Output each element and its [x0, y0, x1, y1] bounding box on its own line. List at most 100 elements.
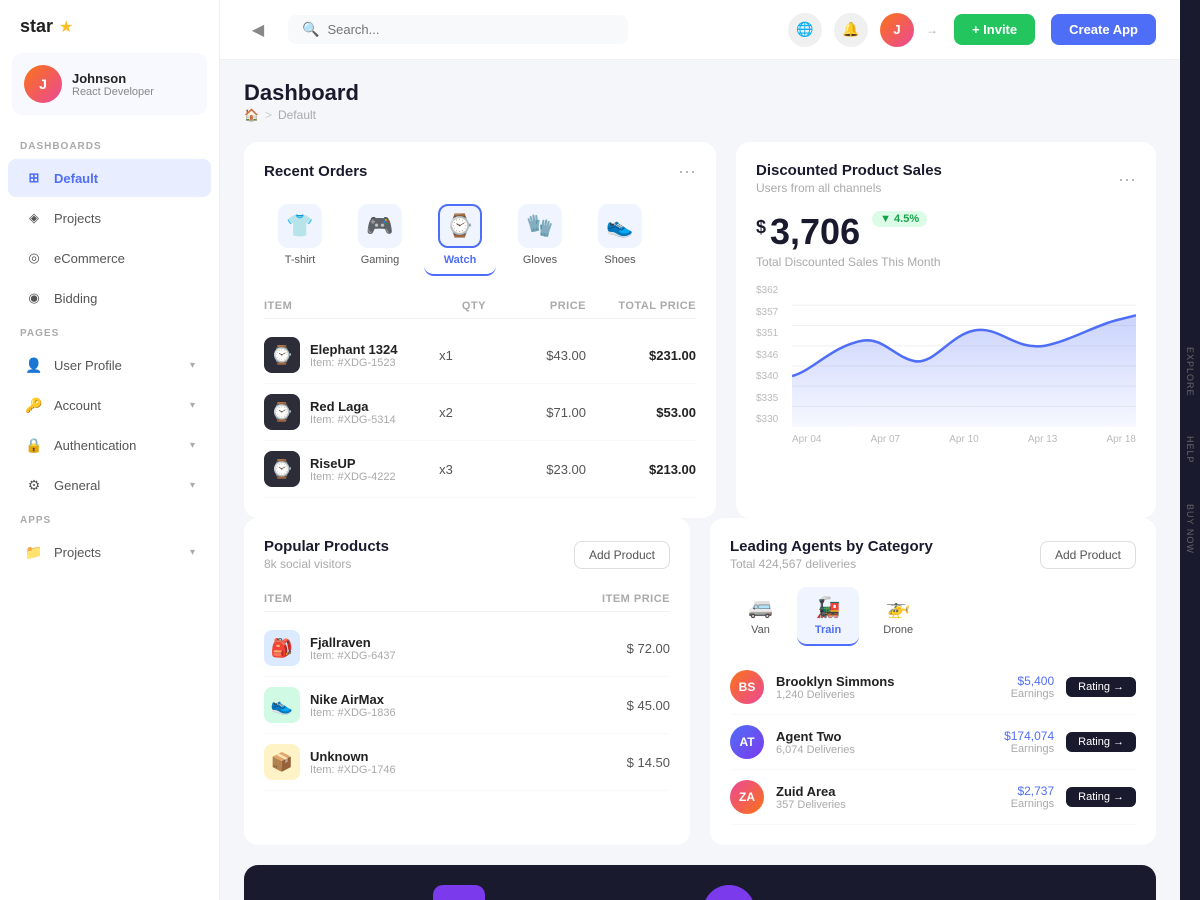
chevron-down-icon: ▾: [190, 480, 195, 491]
sidebar-item-ecommerce-label: eCommerce: [54, 251, 195, 266]
agent-deliveries: 6,074 Deliveries: [776, 744, 855, 756]
item-image: ⌚: [264, 337, 300, 373]
sidebar-item-apps-projects-label: Projects: [54, 545, 180, 560]
product-row: 📦 Unknown Item: #XDG-1746 $ 14.50: [264, 734, 670, 791]
grid-icon: ⊞: [24, 168, 44, 188]
topbar-avatar[interactable]: J: [880, 13, 914, 47]
category-tab-gloves[interactable]: 🧤 Gloves: [504, 196, 576, 276]
add-product-button[interactable]: Add Product: [574, 541, 670, 569]
explore-label[interactable]: Explore: [1185, 347, 1195, 397]
category-tab-shoes[interactable]: 👟 Shoes: [584, 196, 656, 276]
sales-amount: $ 3,706 ▼ 4.5%: [756, 211, 1136, 253]
topbar-globe-button[interactable]: 🌐: [788, 13, 822, 47]
sales-card-menu-icon[interactable]: ···: [1118, 170, 1136, 188]
transport-tab-van[interactable]: 🚐 Van: [730, 587, 791, 646]
sales-card-header: Discounted Product Sales Users from all …: [756, 162, 1136, 195]
sidebar-item-ecommerce[interactable]: ◎ eCommerce: [8, 239, 211, 277]
create-app-button[interactable]: Create App: [1051, 14, 1156, 45]
item-total: $213.00: [586, 462, 696, 477]
sales-title: Discounted Product Sales: [756, 162, 942, 179]
product-col-price: ITEM PRICE: [550, 593, 670, 605]
item-name: RiseUP: [310, 456, 396, 471]
sidebar-item-user-profile[interactable]: 👤 User Profile ▾: [8, 346, 211, 384]
sidebar-user: J Johnson React Developer: [12, 53, 207, 115]
collapse-sidebar-button[interactable]: ◀: [244, 16, 272, 44]
main: ◀ 🔍 🌐 🔔 J → + Invite Create App Dashboar…: [220, 0, 1180, 900]
category-tab-watch[interactable]: ⌚ Watch: [424, 196, 496, 276]
agent-row: ZA Zuid Area 357 Deliveries $2,737 Earni…: [730, 770, 1136, 825]
chevron-down-icon: ▾: [190, 440, 195, 451]
topbar-user-arrow[interactable]: →: [926, 23, 938, 37]
item-price: $43.00: [486, 348, 586, 363]
rating-button[interactable]: Rating →: [1066, 677, 1136, 697]
sidebar-item-authentication[interactable]: 🔒 Authentication ▾: [8, 426, 211, 464]
help-label[interactable]: Help: [1185, 436, 1195, 464]
sidebar-item-bidding[interactable]: ◉ Bidding: [8, 279, 211, 317]
sidebar-item-bidding-label: Bidding: [54, 291, 195, 306]
item-sku: Item: #XDG-4222: [310, 471, 396, 483]
shoes-icon: 👟: [598, 204, 642, 248]
popular-products-card: Popular Products 8k social visitors Add …: [244, 518, 690, 845]
agent-deliveries: 357 Deliveries: [776, 799, 846, 811]
sidebar-item-apps-projects[interactable]: 📁 Projects ▾: [8, 533, 211, 571]
watch-icon: ⌚: [438, 204, 482, 248]
agent-avatar: ZA: [730, 780, 764, 814]
sidebar-item-account[interactable]: 🔑 Account ▾: [8, 386, 211, 424]
breadcrumb-current: Default: [278, 108, 316, 122]
invite-button[interactable]: + Invite: [954, 14, 1035, 45]
agents-title: Leading Agents by Category: [730, 538, 933, 555]
search-box: 🔍: [288, 15, 628, 44]
sidebar-item-projects[interactable]: ◈ Projects: [8, 199, 211, 237]
sidebar-item-default[interactable]: ⊞ Default: [8, 159, 211, 197]
sales-currency: $: [756, 217, 766, 238]
topbar-notification-button[interactable]: 🔔: [834, 13, 868, 47]
transport-tab-drone[interactable]: 🚁 Drone: [865, 587, 931, 646]
item-name: Red Laga: [310, 399, 396, 414]
item-sku: Item: #XDG-5314: [310, 414, 396, 426]
item-qty: x1: [406, 348, 486, 363]
chevron-down-icon: ▾: [190, 400, 195, 411]
transport-tab-train[interactable]: 🚂 Train: [797, 587, 859, 646]
product-col-item: ITEM: [264, 593, 550, 605]
card-menu-icon[interactable]: ···: [678, 162, 696, 180]
user-name: Johnson: [72, 71, 154, 86]
category-tab-gaming[interactable]: 🎮 Gaming: [344, 196, 416, 276]
agents-add-product-button[interactable]: Add Product: [1040, 541, 1136, 569]
promo-banner: B Bootstrap 5 Cre ASP.NET Core 7: [244, 865, 1156, 900]
product-image: 📦: [264, 744, 300, 780]
recent-orders-card: Recent Orders ··· 👕 T-shirt 🎮 Gaming ⌚: [244, 142, 716, 518]
product-price: $ 14.50: [550, 755, 670, 770]
recent-orders-title: Recent Orders: [264, 163, 367, 180]
agent-row: BS Brooklyn Simmons 1,240 Deliveries $5,…: [730, 660, 1136, 715]
col-qty: QTY: [406, 300, 486, 312]
avatar: J: [24, 65, 62, 103]
logo-star-icon: ★: [59, 17, 73, 37]
transport-tabs: 🚐 Van 🚂 Train 🚁 Drone: [730, 587, 1136, 646]
product-price: $ 45.00: [550, 698, 670, 713]
item-image: ⌚: [264, 394, 300, 430]
product-sku: Item: #XDG-1746: [310, 764, 396, 776]
gloves-icon: 🧤: [518, 204, 562, 248]
train-icon: 🚂: [816, 595, 841, 620]
bootstrap-icon: B: [433, 885, 485, 900]
agent-earnings-label: Earnings: [1011, 798, 1054, 810]
rating-button[interactable]: Rating →: [1066, 732, 1136, 752]
agent-row: AT Agent Two 6,074 Deliveries $174,074 E…: [730, 715, 1136, 770]
item-image: ⌚: [264, 451, 300, 487]
buy-now-label[interactable]: Buy now: [1185, 504, 1195, 554]
rating-button[interactable]: Rating →: [1066, 787, 1136, 807]
chart-svg: [792, 285, 1136, 427]
product-name: Unknown: [310, 749, 396, 764]
apps-section-label: APPS: [0, 505, 219, 532]
item-total: $53.00: [586, 405, 696, 420]
category-tab-tshirt[interactable]: 👕 T-shirt: [264, 196, 336, 276]
main-content: Dashboard 🏠 > Default Recent Orders ···: [220, 60, 1180, 900]
aspnet-brand: Cre ASP.NET Core 7: [703, 885, 966, 900]
search-input[interactable]: [327, 22, 614, 37]
pages-section-label: PAGES: [0, 318, 219, 345]
recent-orders-header: Recent Orders ···: [264, 162, 696, 180]
aspnet-icon: Cre: [703, 885, 755, 900]
page-header: Dashboard 🏠 > Default: [244, 80, 1156, 122]
product-row: 👟 Nike AirMax Item: #XDG-1836 $ 45.00: [264, 677, 670, 734]
sidebar-item-general[interactable]: ⚙ General ▾: [8, 466, 211, 504]
